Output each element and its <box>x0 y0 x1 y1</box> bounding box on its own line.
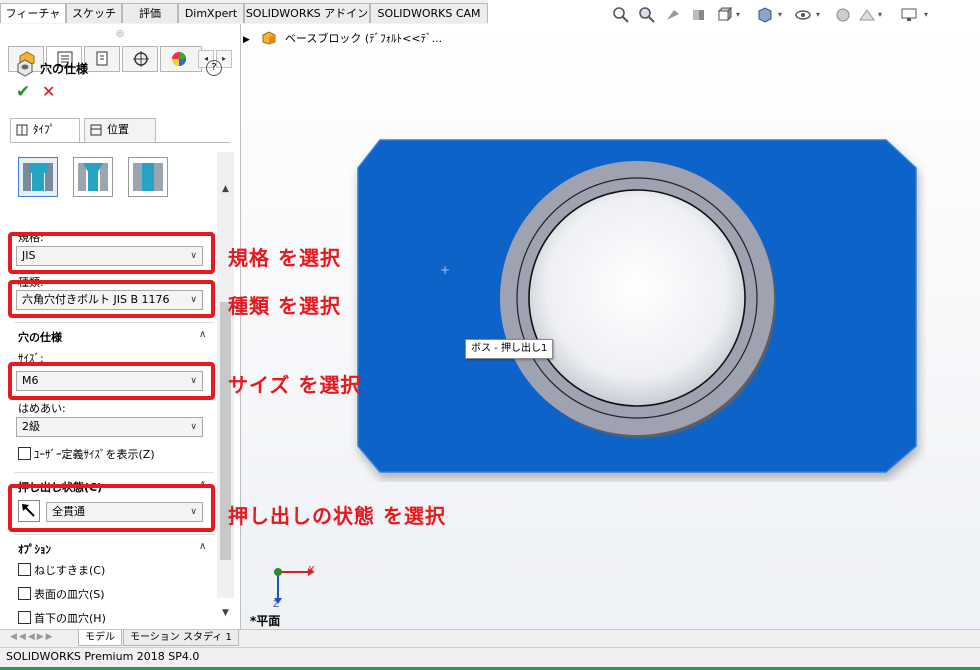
ok-button[interactable]: ✔ <box>16 82 36 102</box>
annotation-size: サイズ を選択 <box>228 373 362 397</box>
highlight-size <box>8 362 215 400</box>
annotation-end-condition: 押し出しの状態 を選択 <box>228 504 446 528</box>
edit-appearance-icon[interactable] <box>834 6 852 24</box>
option-label: 首下の皿穴(H) <box>34 612 106 625</box>
zoom-area-icon[interactable] <box>638 6 656 24</box>
checkbox-box[interactable] <box>18 611 31 624</box>
panel-grip-icon[interactable]: ◎ <box>0 24 240 44</box>
hover-tooltip: ボス - 押し出し1 <box>465 339 554 359</box>
custom-size-checkbox[interactable]: ﾕｰｻﾞｰ定義ｻｲｽﾞを表示(Z) <box>18 446 155 462</box>
tab-type[interactable]: ﾀｲﾌﾟ <box>10 118 80 142</box>
annotation-kind: 種類 を選択 <box>228 294 341 318</box>
annotation-standard: 規格 を選択 <box>228 246 341 270</box>
fit-label: はめあい: <box>18 402 66 415</box>
cancel-button[interactable]: ✕ <box>42 82 62 102</box>
tab-motion-study[interactable]: モーション スタディ 1 <box>123 630 239 646</box>
tab-addins[interactable]: SOLIDWORKS アドイン <box>244 3 370 23</box>
divider <box>14 534 214 535</box>
divider <box>14 472 214 473</box>
hole-type-counterbore-button[interactable] <box>18 157 58 197</box>
page-title: 穴の仕様 <box>40 62 89 76</box>
axis-x-label: X <box>308 565 315 576</box>
apply-scene-icon[interactable] <box>858 6 876 24</box>
straight-hole-icon <box>133 163 163 191</box>
help-icon[interactable]: ? <box>206 60 222 76</box>
hole-subtabs: ﾀｲﾌﾟ 位置 <box>10 118 230 143</box>
property-manager-panel: ◎ ◂ ▸ <box>0 24 241 630</box>
hole-type-countersink-button[interactable] <box>73 157 113 197</box>
tab-navigation-arrows-icon[interactable]: ◀◀◀▶▶ <box>10 632 74 644</box>
tab-type-label: ﾀｲﾌﾟ <box>33 123 55 136</box>
custom-size-label: ﾕｰｻﾞｰ定義ｻｲｽﾞを表示(Z) <box>34 448 155 461</box>
tab-position[interactable]: 位置 <box>84 118 156 142</box>
highlight-kind <box>8 280 215 318</box>
expand-arrow-icon[interactable]: ▶ <box>243 35 250 45</box>
previous-view-icon[interactable] <box>664 6 682 24</box>
tab-dimxpert[interactable]: DimXpert <box>178 3 244 23</box>
bottom-tab-bar: ◀◀◀▶▶ モデル モーション スタディ 1 <box>0 629 980 647</box>
checkbox-box[interactable] <box>18 563 31 576</box>
divider <box>14 322 214 323</box>
heads-up-toolbar: ▾ ▾ ▾ ▾ ▾ <box>612 4 952 30</box>
part-model[interactable]: + <box>350 132 926 482</box>
tab-position-label: 位置 <box>107 123 129 136</box>
view-settings-icon[interactable] <box>900 6 918 24</box>
fit-value: 2級 <box>22 420 40 433</box>
property-manager-header: 穴の仕様 ? <box>16 58 236 78</box>
fit-select[interactable]: 2級 ∨ <box>16 417 203 437</box>
command-tab-bar: フィーチャー スケッチ 評価 DimXpert SOLIDWORKS アドイン … <box>0 0 488 40</box>
hole-wizard-icon <box>17 59 33 77</box>
countersink-icon <box>78 163 108 191</box>
scroll-down-icon[interactable]: ▼ <box>217 608 234 618</box>
hide-show-items-icon[interactable] <box>794 6 812 24</box>
origin-marker: + <box>440 263 450 277</box>
option-label: 表面の皿穴(S) <box>34 588 105 601</box>
part-icon <box>262 31 276 45</box>
feature-tree-node[interactable]: ▶ ベースブロック (ﾃﾞﾌｫﾙﾄ<<ﾃﾞ... <box>243 30 442 50</box>
option-under-head-countersink-checkbox[interactable]: 首下の皿穴(H) <box>18 610 106 626</box>
tree-node-label: ベースブロック (ﾃﾞﾌｫﾙﾄ<<ﾃﾞ... <box>284 32 443 45</box>
collapse-chevron-icon[interactable]: ∧ <box>199 541 206 552</box>
display-style-icon[interactable] <box>756 6 774 24</box>
tab-model[interactable]: モデル <box>78 630 122 646</box>
type-icon <box>16 124 28 136</box>
view-orientation-icon[interactable] <box>716 6 734 24</box>
zoom-to-fit-icon[interactable] <box>612 6 630 24</box>
chevron-down-icon: ∨ <box>190 422 197 432</box>
highlight-standard <box>8 232 215 274</box>
hole-spec-section-title: 穴の仕様 <box>18 331 62 344</box>
hole-type-straight-button[interactable] <box>128 157 168 197</box>
view-plane-label: *平面 <box>250 614 281 628</box>
tab-evaluate[interactable]: 評価 <box>122 3 178 23</box>
option-near-countersink-checkbox[interactable]: 表面の皿穴(S) <box>18 586 105 602</box>
collapse-chevron-icon[interactable]: ∧ <box>199 329 206 340</box>
options-section-title: ｵﾌﾟｼｮﾝ <box>18 543 51 556</box>
checkbox-box[interactable] <box>18 447 31 460</box>
option-thread-clearance-checkbox[interactable]: ねじすきま(C) <box>18 562 105 578</box>
highlight-end-condition <box>8 484 215 532</box>
tab-sketch[interactable]: スケッチ <box>66 3 122 23</box>
counterbore-icon <box>23 163 53 191</box>
tab-cam[interactable]: SOLIDWORKS CAM <box>370 3 488 23</box>
hole-bore[interactable] <box>528 189 746 407</box>
tab-features[interactable]: フィーチャー <box>0 3 66 40</box>
position-icon <box>90 124 102 136</box>
axis-z-label: Z <box>273 600 280 610</box>
checkbox-box[interactable] <box>18 587 31 600</box>
scroll-up-icon[interactable]: ▲ <box>217 184 234 194</box>
option-label: ねじすきま(C) <box>34 564 106 577</box>
section-view-icon[interactable] <box>690 6 708 24</box>
